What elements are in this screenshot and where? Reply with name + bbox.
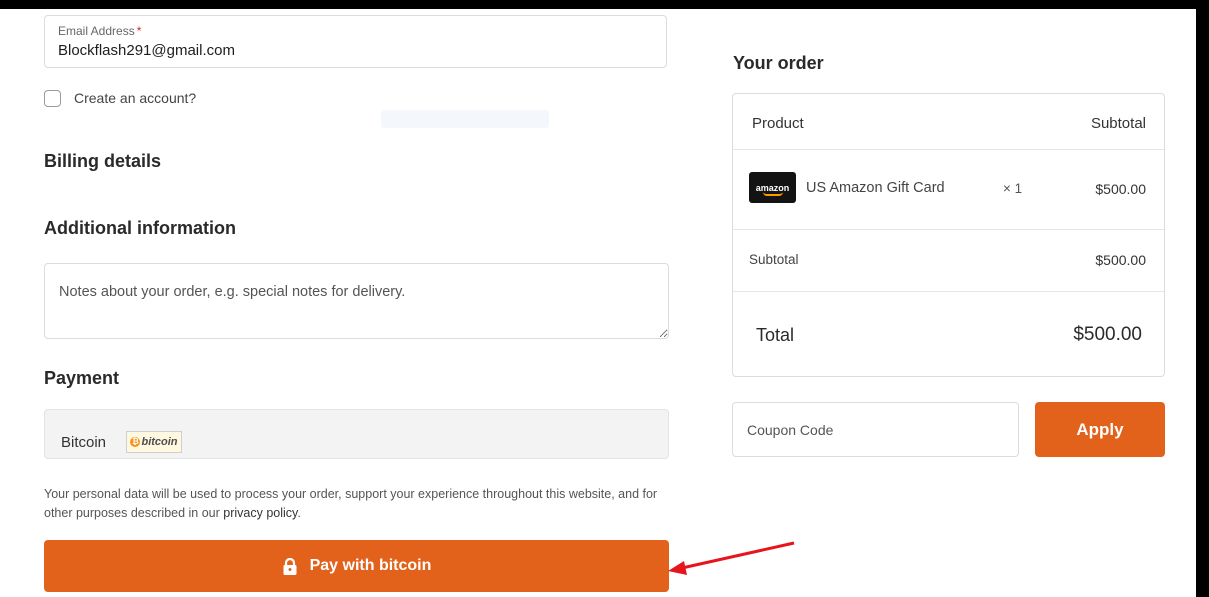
subtotal-value: $500.00 bbox=[1095, 252, 1146, 268]
required-mark: * bbox=[136, 24, 142, 38]
billing-heading: Billing details bbox=[44, 151, 162, 171]
email-field[interactable]: Email Address * Blockflash291@gmail.com bbox=[44, 15, 667, 68]
checkout-form: Email Address * Blockflash291@gmail.com C… bbox=[44, 9, 669, 597]
pay-with-bitcoin-button[interactable]: Pay with bitcoin bbox=[44, 540, 669, 592]
privacy-notice: Your personal data will be used to proce… bbox=[44, 487, 658, 520]
order-table: Product Subtotal amazon US Amazon Gift C… bbox=[732, 93, 1165, 377]
order-summary: Your order Product Subtotal amazon US Am… bbox=[732, 9, 1165, 597]
order-item-row: amazon US Amazon Gift Card × 1 $500.00 bbox=[733, 150, 1164, 230]
create-account-label[interactable]: Create an account? bbox=[74, 90, 196, 106]
pay-button-label: Pay with bitcoin bbox=[309, 557, 432, 574]
email-value[interactable]: Blockflash291@gmail.com bbox=[58, 42, 235, 59]
item-quantity: × 1 bbox=[1003, 181, 1023, 196]
total-value: $500.00 bbox=[1073, 324, 1142, 345]
create-account-checkbox[interactable] bbox=[44, 89, 61, 107]
item-price: $500.00 bbox=[1095, 181, 1146, 197]
bitcoin-logo: ₿ bitcoin bbox=[126, 431, 182, 453]
total-row: Total $500.00 bbox=[733, 292, 1164, 376]
payment-method-name: Bitcoin bbox=[61, 434, 107, 451]
payment-method-bitcoin[interactable]: Bitcoin ₿ bitcoin bbox=[44, 409, 669, 459]
item-name: US Amazon Gift Card bbox=[806, 180, 945, 196]
additional-info-heading: Additional information bbox=[44, 218, 236, 238]
amazon-logo-icon: amazon bbox=[749, 172, 796, 203]
create-account-row[interactable]: Create an account? bbox=[44, 88, 196, 108]
col-product: Product bbox=[752, 115, 804, 132]
apply-coupon-button[interactable]: Apply bbox=[1035, 402, 1165, 457]
lock-icon bbox=[282, 557, 298, 575]
coupon-code-input[interactable] bbox=[732, 402, 1019, 457]
email-label: Email Address * bbox=[58, 24, 142, 38]
total-label: Total bbox=[756, 325, 795, 345]
order-heading: Your order bbox=[733, 53, 824, 73]
payment-heading: Payment bbox=[44, 368, 120, 388]
order-table-header: Product Subtotal bbox=[733, 94, 1164, 150]
red-arrow-icon bbox=[668, 541, 795, 575]
privacy-policy-link[interactable]: privacy policy bbox=[223, 506, 297, 520]
checkout-page: Email Address * Blockflash291@gmail.com C… bbox=[0, 9, 1196, 597]
bitcoin-coin-icon: ₿ bbox=[130, 437, 141, 447]
subtotal-label: Subtotal bbox=[749, 252, 799, 267]
subtotal-row: Subtotal $500.00 bbox=[733, 230, 1164, 292]
col-subtotal: Subtotal bbox=[1090, 115, 1146, 132]
faded-overlay bbox=[381, 110, 549, 128]
order-notes-textarea[interactable] bbox=[44, 263, 669, 339]
